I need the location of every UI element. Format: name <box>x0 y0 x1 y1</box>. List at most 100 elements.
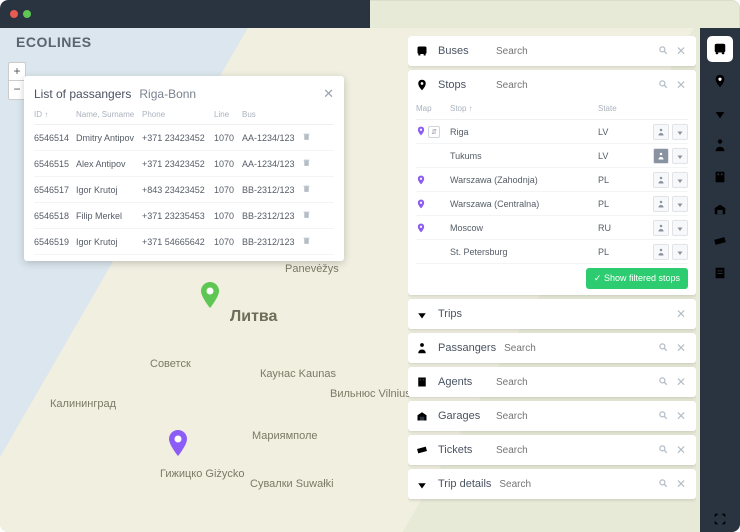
panel-label: Trips <box>432 308 496 320</box>
passenger-row[interactable]: 6546515Alex Antipov+371 234234521070AA-1… <box>34 151 334 177</box>
panel-close-icon[interactable]: ✕ <box>672 443 690 457</box>
passenger-row[interactable]: 6546518Filip Merkel+371 232354531070BB-2… <box>34 203 334 229</box>
sidebar-item-bus[interactable] <box>707 36 733 62</box>
show-filtered-button[interactable]: ✓ Show filtered stops <box>586 268 688 289</box>
stop-row[interactable]: St. PetersburgPL <box>416 240 688 264</box>
passenger-row[interactable]: 6546517Igor Krutoj+843 234234521070BB-23… <box>34 177 334 203</box>
delete-icon[interactable] <box>302 210 316 221</box>
stop-row[interactable]: ⇵ RigaLV <box>416 120 688 144</box>
filter-icon[interactable]: ⇵ <box>428 126 440 138</box>
garages-search-input[interactable] <box>496 411 654 422</box>
delete-icon[interactable] <box>302 184 316 195</box>
map-label: Калининград <box>50 398 116 410</box>
right-sidebar <box>700 28 740 532</box>
walk-icon[interactable] <box>653 220 669 236</box>
sidebar-item-garage[interactable] <box>707 196 733 222</box>
route-icon <box>416 308 432 320</box>
panel-close-icon[interactable]: ✕ <box>672 78 690 92</box>
delete-icon[interactable] <box>302 236 316 247</box>
stop-row[interactable]: TukumsLV <box>416 144 688 168</box>
search-icon[interactable] <box>654 341 672 355</box>
search-icon[interactable] <box>654 78 672 92</box>
stop-row[interactable]: Warszawa (Zahodnja)PL <box>416 168 688 192</box>
sidebar-item-ticket[interactable] <box>707 228 733 254</box>
sidebar-item-pin[interactable] <box>707 68 733 94</box>
tickets-search-input[interactable] <box>496 445 654 456</box>
route-icon[interactable] <box>672 244 688 260</box>
route-icon[interactable] <box>672 196 688 212</box>
walk-icon[interactable] <box>653 244 669 260</box>
map-label: Гижицко Giżycko <box>160 468 245 480</box>
delete-icon[interactable] <box>302 158 316 169</box>
panel-header-pass[interactable]: Passangers ✕ <box>408 333 696 363</box>
sidebar-item-building[interactable] <box>707 164 733 190</box>
sidebar-item-doc[interactable] <box>707 260 733 286</box>
route-icon[interactable] <box>672 124 688 140</box>
search-icon[interactable] <box>654 443 672 457</box>
panel-tickets: Tickets ✕ <box>408 435 696 465</box>
col-line[interactable]: Line <box>214 110 242 119</box>
walk-icon[interactable] <box>653 124 669 140</box>
sidebar-item-person[interactable] <box>707 132 733 158</box>
window-max-dot[interactable] <box>23 10 31 18</box>
panel-label: Agents <box>432 376 496 388</box>
panel-tripdetails: Trip details ✕ <box>408 469 696 499</box>
stops-search-input[interactable] <box>496 80 654 91</box>
panel-label: Tickets <box>432 444 496 456</box>
tripdetails-search-input[interactable] <box>499 479 654 490</box>
panel-label: Stops <box>432 79 496 91</box>
zoom-out-button[interactable]: − <box>9 81 25 99</box>
map-label: Вильнюс Vilnius <box>330 388 411 400</box>
walk-icon[interactable] <box>653 148 669 164</box>
route-icon[interactable] <box>672 220 688 236</box>
passenger-row[interactable]: 6546514Dmitry Antipov+371 234234521070AA… <box>34 125 334 151</box>
panel-close-icon[interactable]: ✕ <box>672 409 690 423</box>
col-id[interactable]: ID ↑ <box>34 110 76 119</box>
passenger-row[interactable]: 6546519Igor Krutoj+371 546656421070BB-23… <box>34 229 334 255</box>
pass-search-input[interactable] <box>504 343 654 354</box>
panel-header-buses[interactable]: Buses ✕ <box>408 36 696 66</box>
buses-search-input[interactable] <box>496 46 654 57</box>
stop-row[interactable]: Warszawa (Centralna)PL <box>416 192 688 216</box>
route-icon[interactable] <box>672 172 688 188</box>
panel-header-agents[interactable]: Agents ✕ <box>408 367 696 397</box>
pin-icon <box>416 223 426 233</box>
zoom-in-button[interactable]: + <box>9 63 25 81</box>
stop-row[interactable]: MoscowRU <box>416 216 688 240</box>
sidebar-item-route[interactable] <box>707 100 733 126</box>
search-icon[interactable] <box>654 477 672 491</box>
col-name[interactable]: Name, Surname <box>76 110 142 119</box>
panel-close-icon[interactable]: ✕ <box>672 375 690 389</box>
panel-header-garages[interactable]: Garages ✕ <box>408 401 696 431</box>
panel-buses: Buses ✕ <box>408 36 696 66</box>
agents-search-input[interactable] <box>496 377 654 388</box>
panel-close-icon[interactable]: ✕ <box>672 44 690 58</box>
building-icon <box>416 376 432 388</box>
panel-close-icon[interactable]: ✕ <box>672 307 690 321</box>
delete-icon[interactable] <box>302 132 316 143</box>
map-label: Сувалки Suwałki <box>250 478 334 490</box>
window-close-dot[interactable] <box>10 10 18 18</box>
map-marker-green[interactable] <box>200 282 220 308</box>
map-marker-purple[interactable] <box>168 430 188 456</box>
panel-header-tripdetails[interactable]: Trip details ✕ <box>408 469 696 499</box>
map-label: Каунас Kaunas <box>260 368 336 380</box>
passengers-close-icon[interactable]: ✕ <box>323 86 334 102</box>
map-label: Литва <box>230 308 277 326</box>
panel-header-stops[interactable]: Stops ✕ <box>408 70 696 100</box>
route-icon[interactable] <box>672 148 688 164</box>
search-icon[interactable] <box>654 409 672 423</box>
sidebar-item-expand[interactable] <box>707 506 733 532</box>
panel-close-icon[interactable]: ✕ <box>672 341 690 355</box>
col-bus[interactable]: Bus <box>242 110 302 119</box>
panel-header-trips[interactable]: Trips ✕ <box>408 299 696 329</box>
search-icon[interactable] <box>654 44 672 58</box>
walk-icon[interactable] <box>653 172 669 188</box>
pin-icon <box>416 175 426 185</box>
panel-label: Trip details <box>432 478 499 490</box>
col-phone[interactable]: Phone <box>142 110 214 119</box>
walk-icon[interactable] <box>653 196 669 212</box>
search-icon[interactable] <box>654 375 672 389</box>
panel-close-icon[interactable]: ✕ <box>672 477 690 491</box>
panel-header-tickets[interactable]: Tickets ✕ <box>408 435 696 465</box>
